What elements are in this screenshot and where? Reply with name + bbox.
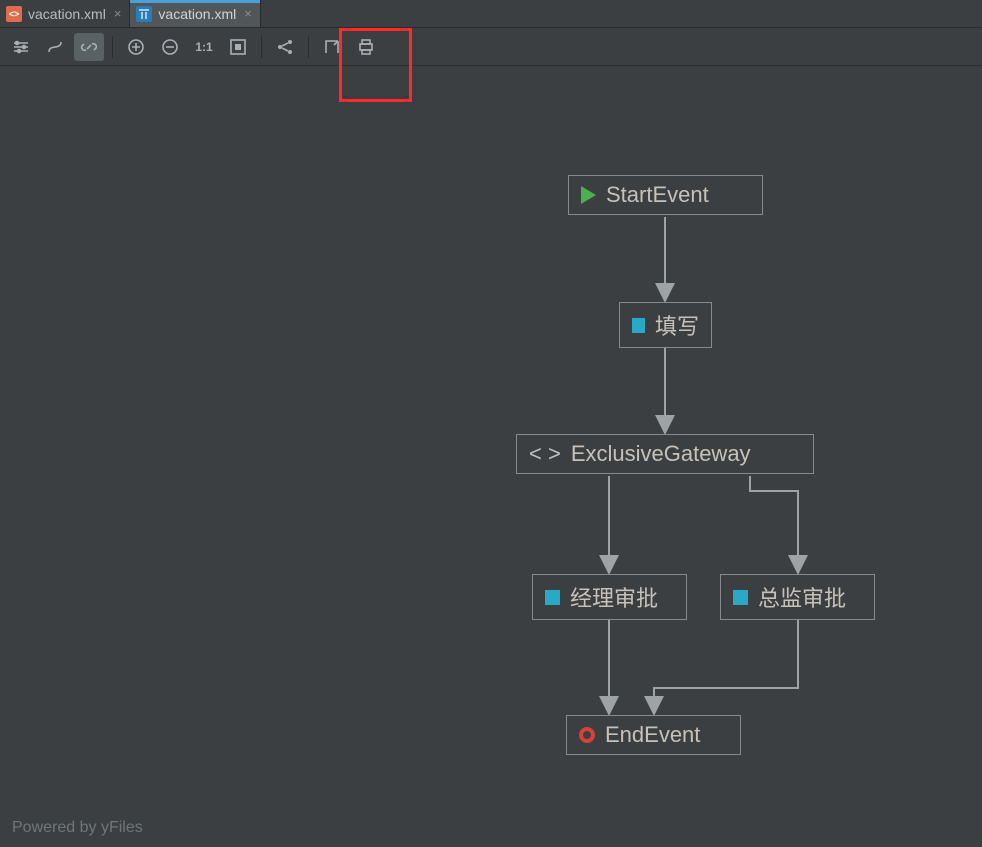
xml-design-icon	[136, 6, 152, 22]
node-director-approval[interactable]: 总监审批	[720, 574, 875, 620]
node-label: 经理审批	[570, 581, 658, 613]
link-icon[interactable]	[74, 33, 104, 61]
node-manager-approval[interactable]: 经理审批	[532, 574, 687, 620]
node-end-event[interactable]: EndEvent	[566, 715, 741, 755]
task-icon	[632, 318, 645, 333]
zoom-actual-icon[interactable]: 1:1	[189, 33, 219, 61]
task-icon	[545, 590, 560, 605]
zoom-actual-label: 1:1	[195, 40, 212, 54]
close-icon[interactable]: ×	[114, 6, 122, 21]
node-label: StartEvent	[606, 182, 709, 208]
zoom-out-icon[interactable]	[155, 33, 185, 61]
tab-bar: vacation.xml × vacation.xml ×	[0, 0, 982, 28]
gateway-icon: < >	[529, 443, 561, 465]
tab-vacation-xml-code[interactable]: vacation.xml ×	[0, 0, 130, 27]
end-event-icon	[579, 727, 595, 743]
toolbar-separator	[308, 36, 309, 58]
tab-label: vacation.xml	[158, 6, 236, 22]
settings-icon[interactable]	[6, 33, 36, 61]
toolbar-separator	[261, 36, 262, 58]
share-icon[interactable]	[270, 33, 300, 61]
tab-label: vacation.xml	[28, 6, 106, 22]
route-icon[interactable]	[40, 33, 70, 61]
zoom-in-icon[interactable]	[121, 33, 151, 61]
node-label: 总监审批	[758, 581, 846, 613]
task-icon	[733, 590, 748, 605]
diagram-canvas[interactable]: StartEvent 填写 < > ExclusiveGateway 经理审批 …	[0, 66, 982, 847]
node-exclusive-gateway[interactable]: < > ExclusiveGateway	[516, 434, 814, 474]
close-icon[interactable]: ×	[244, 6, 252, 21]
node-label: ExclusiveGateway	[571, 441, 751, 467]
toolbar: 1:1	[0, 28, 982, 66]
print-icon[interactable]	[351, 33, 381, 61]
node-label: EndEvent	[605, 722, 700, 748]
diagram-edges	[0, 66, 300, 216]
start-event-icon	[581, 186, 596, 204]
xml-code-icon	[6, 6, 22, 22]
node-start-event[interactable]: StartEvent	[568, 175, 763, 215]
fit-content-icon[interactable]	[223, 33, 253, 61]
active-tab-indicator	[130, 0, 259, 3]
tab-vacation-xml-design[interactable]: vacation.xml ×	[130, 0, 260, 27]
export-icon[interactable]	[317, 33, 347, 61]
powered-by-label: Powered by yFiles	[12, 819, 143, 837]
node-label: 填写	[655, 309, 699, 341]
toolbar-separator	[112, 36, 113, 58]
node-fill-form[interactable]: 填写	[619, 302, 712, 348]
